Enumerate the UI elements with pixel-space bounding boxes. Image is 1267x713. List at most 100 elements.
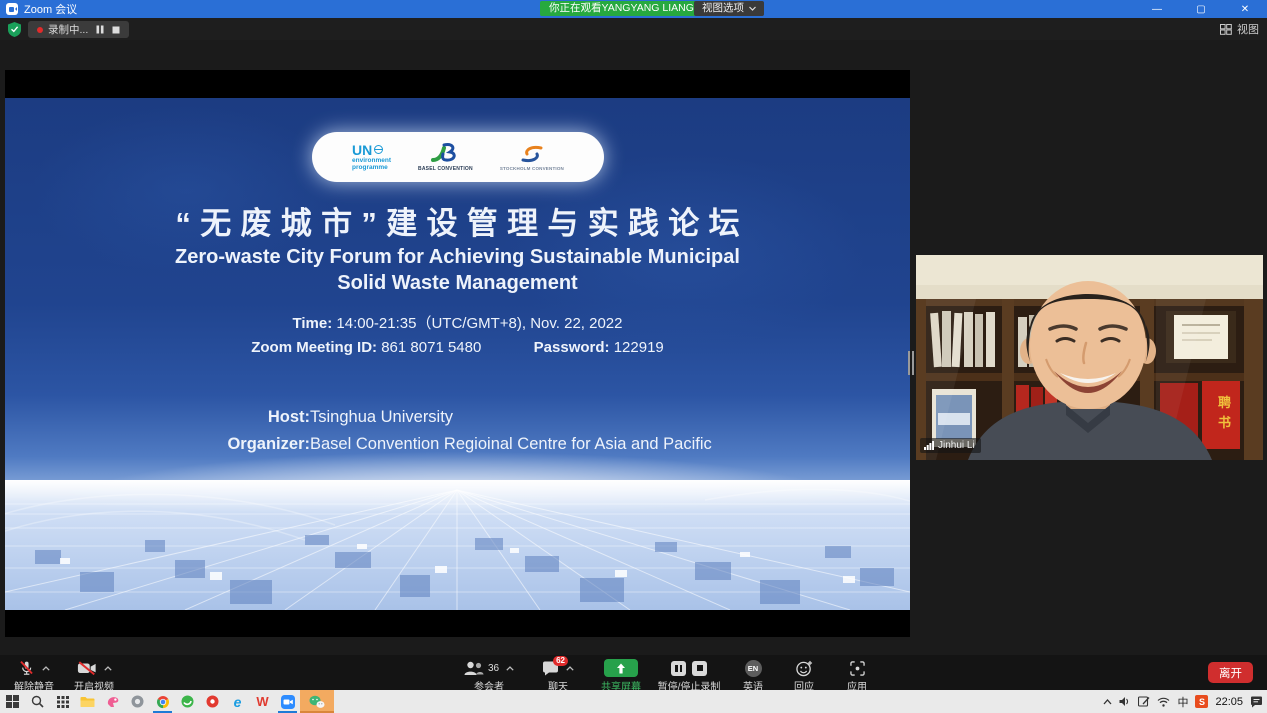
participant-nametag: Jinhui Li <box>920 438 981 453</box>
ime-language-indicator[interactable]: 中 <box>1177 694 1188 710</box>
wps-icon: W <box>256 695 268 708</box>
participant-video-tile[interactable]: 聘 书 <box>916 255 1263 460</box>
pause-recording-icon[interactable] <box>671 661 686 676</box>
un-globe-icon <box>374 145 383 154</box>
view-options-label: 视图选项 <box>702 1 744 16</box>
taskbar-zoom-button[interactable] <box>275 690 300 713</box>
taskbar-app-pink[interactable] <box>100 690 125 713</box>
search-icon <box>31 695 44 708</box>
participant-name: Jinhui Li <box>938 440 975 451</box>
stop-recording-icon[interactable] <box>692 661 707 676</box>
view-label: 视图 <box>1237 21 1259 37</box>
start-button[interactable] <box>0 690 25 713</box>
taskbar-search-button[interactable] <box>25 690 50 713</box>
windows-logo-icon <box>6 695 19 708</box>
cityscape-image <box>5 480 910 610</box>
host-row: Host: Tsinghua University <box>5 404 910 431</box>
maximize-button[interactable]: ▢ <box>1179 0 1223 18</box>
svg-text:聘: 聘 <box>1218 395 1231 410</box>
chevron-down-icon <box>749 6 756 11</box>
close-button[interactable]: ✕ <box>1223 0 1267 18</box>
recording-indicator: 录制中... <box>28 21 129 38</box>
stockholm-convention-logo: STOCKHOLM CONVENTION <box>500 144 564 171</box>
window-controls: — ▢ ✕ <box>1135 0 1267 18</box>
basel-convention-logo: BASEL CONVENTION <box>418 142 473 172</box>
view-options-button[interactable]: 视图选项 <box>694 1 764 16</box>
slide-title-english-line1: Zero-waste City Forum for Achieving Sust… <box>5 244 910 270</box>
chevron-up-icon[interactable] <box>566 666 574 671</box>
pause-stop-recording-button[interactable]: 暂停/停止录制 <box>650 659 728 693</box>
reactions-smiley-icon <box>796 660 813 677</box>
svg-text:书: 书 <box>1218 415 1231 430</box>
wifi-icon[interactable] <box>1157 697 1170 707</box>
start-video-button[interactable]: 开启视频 <box>66 659 122 693</box>
taskbar-wechat-button[interactable] <box>300 690 334 713</box>
microphone-muted-icon <box>18 659 35 677</box>
panel-resize-handle[interactable] <box>907 348 915 378</box>
app-title-group: Zoom 会议 <box>0 1 77 17</box>
chevron-up-icon[interactable] <box>506 666 514 671</box>
view-layout-button[interactable]: 视图 <box>1220 21 1259 37</box>
participants-icon <box>464 661 484 676</box>
chat-button[interactable]: 62 聊天 <box>532 659 584 693</box>
connection-signal-icon <box>924 441 934 450</box>
taskbar-app-gray[interactable] <box>125 690 150 713</box>
password-label: Password: <box>534 339 610 356</box>
pause-recording-icon[interactable] <box>96 25 104 34</box>
taskbar-app-green[interactable] <box>175 690 200 713</box>
folder-icon <box>80 696 95 708</box>
zoom-icon <box>281 695 295 709</box>
taskbar-ie-button[interactable]: e <box>225 690 250 713</box>
unep-logo-line3: programme <box>352 165 391 172</box>
chevron-up-icon[interactable] <box>104 666 112 671</box>
time-value: 14:00-21:35（UTC/GMT+8), Nov. 22, 2022 <box>336 315 622 332</box>
security-shield-icon[interactable] <box>8 22 21 37</box>
reactions-button[interactable]: 回应 <box>782 659 826 693</box>
slide-title-english: Zero-waste City Forum for Achieving Sust… <box>5 244 910 296</box>
participant-video-feed: 聘 书 <box>916 255 1263 460</box>
windows-ink-icon[interactable] <box>1138 696 1150 707</box>
action-center-icon[interactable] <box>1250 696 1263 708</box>
taskbar-clock[interactable]: 22:05 <box>1215 696 1243 708</box>
shared-screen: UN environment programme BASEL CONVENTIO… <box>5 70 910 637</box>
slide-title-english-line2: Solid Waste Management <box>5 270 910 296</box>
unep-logo-text: UN <box>352 143 372 157</box>
basel-logo-caption: BASEL CONVENTION <box>418 166 473 172</box>
time-label: Time: <box>292 315 332 332</box>
slide-title-chinese: “无废城市”建设管理与实践论坛 <box>5 198 910 243</box>
meeting-stage: UN environment programme BASEL CONVENTIO… <box>0 40 1267 655</box>
task-view-button[interactable] <box>50 690 75 713</box>
share-screen-button[interactable]: 共享屏幕 <box>594 659 648 693</box>
gray-app-icon <box>131 695 144 708</box>
meeting-statusbar: 录制中... 视图 <box>0 18 1267 40</box>
stop-recording-icon[interactable] <box>112 26 120 34</box>
presentation-slide: UN environment programme BASEL CONVENTIO… <box>5 98 910 610</box>
windows-taskbar: e W <box>0 690 1267 713</box>
minimize-button[interactable]: — <box>1135 0 1179 18</box>
ie-icon: e <box>234 695 242 709</box>
leave-meeting-button[interactable]: 离开 <box>1208 662 1253 683</box>
unmute-button[interactable]: 解除静音 <box>8 659 60 693</box>
file-explorer-button[interactable] <box>75 690 100 713</box>
stockholm-logo-icon <box>519 144 545 164</box>
interpretation-button[interactable]: EN 英语 <box>736 659 770 693</box>
green-browser-icon <box>181 695 194 708</box>
wechat-icon <box>309 695 325 709</box>
taskbar-chrome-button[interactable] <box>150 690 175 713</box>
taskbar-wps-button[interactable]: W <box>250 690 275 713</box>
host-value: Tsinghua University <box>310 404 453 431</box>
password-value: 122919 <box>614 339 664 356</box>
chat-unread-badge: 62 <box>553 656 568 666</box>
window-title: Zoom 会议 <box>24 1 77 17</box>
sogou-ime-icon[interactable]: S <box>1195 695 1208 708</box>
participants-button[interactable]: 36 参会者 <box>458 659 520 693</box>
chevron-up-icon[interactable] <box>42 666 50 671</box>
recording-label: 录制中... <box>48 22 88 37</box>
pink-app-icon <box>106 695 120 708</box>
meeting-id-label: Zoom Meeting ID: <box>251 339 377 356</box>
apps-button[interactable]: 应用 <box>836 659 878 693</box>
tray-expand-icon[interactable] <box>1103 699 1112 705</box>
taskbar-app-red[interactable] <box>200 690 225 713</box>
red-app-icon <box>206 695 219 708</box>
volume-icon[interactable] <box>1119 696 1131 707</box>
